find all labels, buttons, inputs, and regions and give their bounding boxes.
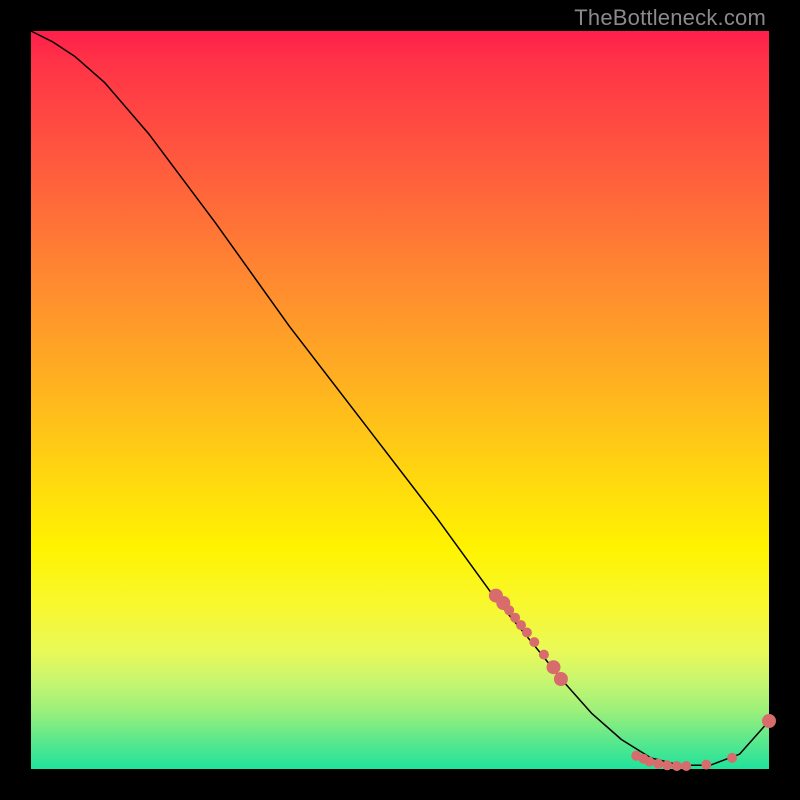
data-marker bbox=[547, 660, 561, 674]
data-marker bbox=[762, 714, 776, 728]
data-marker bbox=[727, 753, 737, 763]
data-marker bbox=[529, 637, 539, 647]
chart-stage: TheBottleneck.com bbox=[0, 0, 800, 800]
data-marker bbox=[644, 757, 654, 767]
data-marker bbox=[672, 761, 682, 771]
chart-svg bbox=[31, 31, 769, 769]
data-marker bbox=[662, 760, 672, 770]
data-marker bbox=[681, 761, 691, 771]
data-marker bbox=[522, 628, 532, 638]
marker-group bbox=[489, 589, 776, 771]
data-marker bbox=[539, 650, 549, 660]
watermark-text: TheBottleneck.com bbox=[574, 5, 766, 31]
bottleneck-curve bbox=[31, 31, 769, 765]
data-marker bbox=[653, 759, 663, 769]
data-marker bbox=[701, 760, 711, 770]
data-marker bbox=[554, 672, 568, 686]
plot-area bbox=[31, 31, 769, 769]
